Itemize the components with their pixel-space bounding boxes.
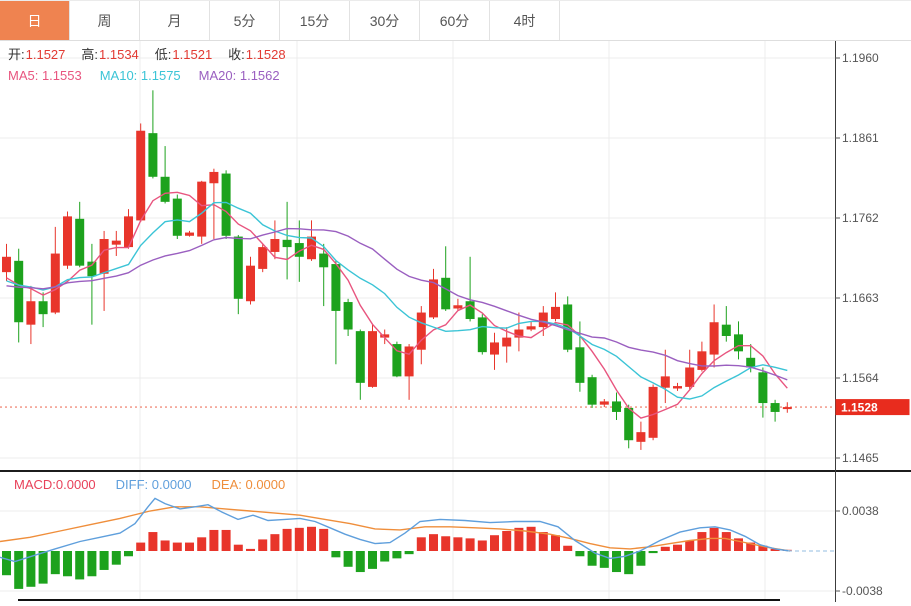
candlestick-macd-chart[interactable]: 1.1960 1.1861 1.1762 1.1663 1.1564 1.1465 0.00… <box>0 0 911 606</box>
candles <box>2 90 792 450</box>
right-axis-labels: 1.1960 1.1861 1.1762 1.1663 1.1564 1.1465 0.00… <box>835 51 883 598</box>
svg-text:1.1960: 1.1960 <box>842 51 879 65</box>
svg-text:1.1762: 1.1762 <box>842 211 879 225</box>
tab-5min[interactable]: 5分 <box>210 1 280 40</box>
ma10-legend: MA10: 1.1575 <box>100 68 181 83</box>
svg-text:1.1528: 1.1528 <box>841 401 878 415</box>
close-label: 收: <box>228 47 245 62</box>
dea-value-legend: DEA: 0.0000 <box>212 477 286 492</box>
tab-day[interactable]: 日 <box>0 1 70 40</box>
ma-legend: MA5: 1.1553 MA10: 1.1575 MA20: 1.1562 <box>8 68 298 84</box>
tab-60min[interactable]: 60分 <box>420 1 490 40</box>
open-value: 1.1527 <box>26 47 66 62</box>
diff-value-legend: DIFF: 0.0000 <box>116 477 192 492</box>
macd-value-legend: MACD:0.0000 <box>14 477 96 492</box>
low-label: 低: <box>155 47 172 62</box>
tab-4hour[interactable]: 4时 <box>490 1 560 40</box>
low-value: 1.1521 <box>172 47 212 62</box>
trading-chart-app: 日 周 月 5分 15分 30分 60分 4时 开:1.1527 高:1.1534… <box>0 0 911 606</box>
ma5-legend: MA5: 1.1553 <box>8 68 82 83</box>
ohlc-legend: 开:1.1527 高:1.1534 低:1.1521 收:1.1528 <box>8 47 302 63</box>
timeframe-tabbar: 日 周 月 5分 15分 30分 60分 4时 <box>0 0 911 41</box>
svg-text:1.1861: 1.1861 <box>842 131 879 145</box>
svg-text:-0.0038: -0.0038 <box>842 584 883 598</box>
tab-week[interactable]: 周 <box>70 1 140 40</box>
ma5-line <box>7 192 788 418</box>
ma20-legend: MA20: 1.1562 <box>199 68 280 83</box>
high-value: 1.1534 <box>99 47 139 62</box>
svg-text:1.1663: 1.1663 <box>842 291 879 305</box>
open-label: 开: <box>8 47 25 62</box>
macd-histogram <box>2 527 792 589</box>
svg-text:1.1465: 1.1465 <box>842 451 879 465</box>
close-value: 1.1528 <box>246 47 286 62</box>
tab-30min[interactable]: 30分 <box>350 1 420 40</box>
tab-15min[interactable]: 15分 <box>280 1 350 40</box>
current-price-tag: 1.1528 <box>836 399 910 415</box>
dea-line <box>0 507 790 551</box>
svg-text:1.1564: 1.1564 <box>842 371 879 385</box>
high-label: 高: <box>81 47 98 62</box>
svg-text:0.0038: 0.0038 <box>842 504 879 518</box>
tab-month[interactable]: 月 <box>140 1 210 40</box>
macd-legend: MACD:0.0000 DIFF: 0.0000 DEA: 0.0000 <box>14 477 305 493</box>
